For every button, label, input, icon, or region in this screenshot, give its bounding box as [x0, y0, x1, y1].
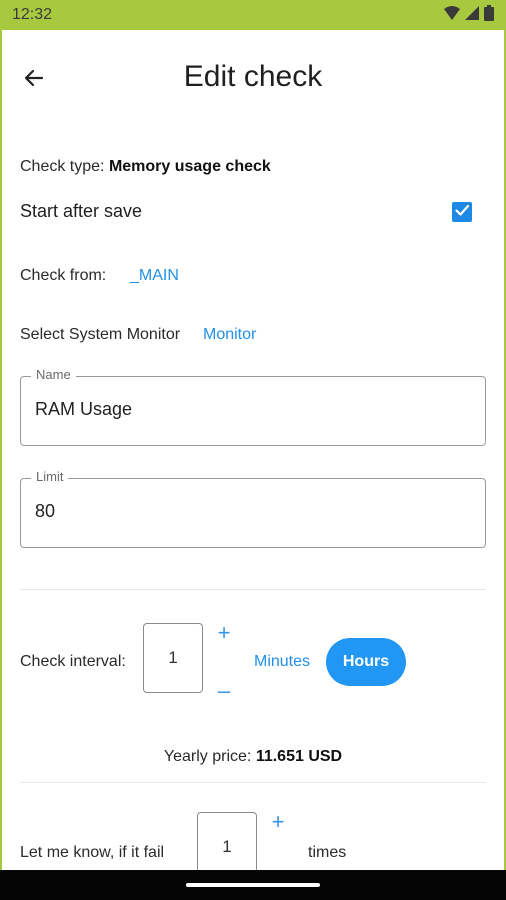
interval-value-box[interactable]: 1: [143, 623, 203, 693]
divider: [20, 782, 486, 783]
yearly-price-value: 11.651 USD: [255, 748, 343, 765]
fail-increment-button[interactable]: +: [267, 811, 289, 833]
wifi-icon: [444, 5, 460, 25]
unit-minutes-button[interactable]: Minutes: [254, 653, 310, 671]
status-bar: 12:32: [0, 0, 506, 30]
system-monitor-label: Select System Monitor: [20, 326, 181, 343]
fail-label: Let me know, if it fail: [20, 844, 165, 861]
check-type-label: Check type:: [20, 158, 105, 175]
check-icon: [454, 202, 470, 223]
limit-field[interactable]: Limit 80: [20, 469, 486, 548]
status-time: 12:32: [12, 6, 53, 23]
navigation-bar: [0, 870, 506, 900]
interval-decrement-button[interactable]: –: [213, 680, 235, 702]
fail-times-label: times: [308, 844, 347, 861]
limit-field-value[interactable]: 80: [35, 501, 55, 522]
system-monitor-link[interactable]: Monitor: [203, 326, 256, 344]
interval-increment-button[interactable]: +: [213, 622, 235, 644]
start-after-save-label: Start after save: [20, 201, 143, 221]
check-from-link[interactable]: _MAIN: [130, 267, 179, 285]
home-handle[interactable]: [186, 883, 320, 887]
yearly-price-label: Yearly price:: [163, 748, 252, 765]
yearly-price: Yearly price: 11.651 USD: [0, 748, 506, 766]
app-bar: Edit check: [0, 30, 506, 130]
status-icons: [444, 4, 494, 26]
battery-icon: [484, 4, 494, 26]
unit-hours-button[interactable]: Hours: [326, 638, 406, 686]
signal-icon: [465, 5, 479, 25]
name-field-label: Name: [31, 367, 76, 382]
name-field-value[interactable]: RAM Usage: [35, 399, 132, 420]
page-title: Edit check: [183, 60, 323, 93]
limit-field-label: Limit: [31, 469, 69, 484]
check-type-value: Memory usage check: [108, 158, 271, 175]
name-field[interactable]: Name RAM Usage: [20, 367, 486, 446]
check-from-label: Check from:: [20, 267, 107, 284]
check-type-row: Check type: Memory usage check: [20, 158, 271, 176]
check-interval-label: Check interval:: [20, 653, 126, 670]
start-after-save-checkbox[interactable]: [452, 202, 472, 222]
divider: [20, 589, 486, 590]
